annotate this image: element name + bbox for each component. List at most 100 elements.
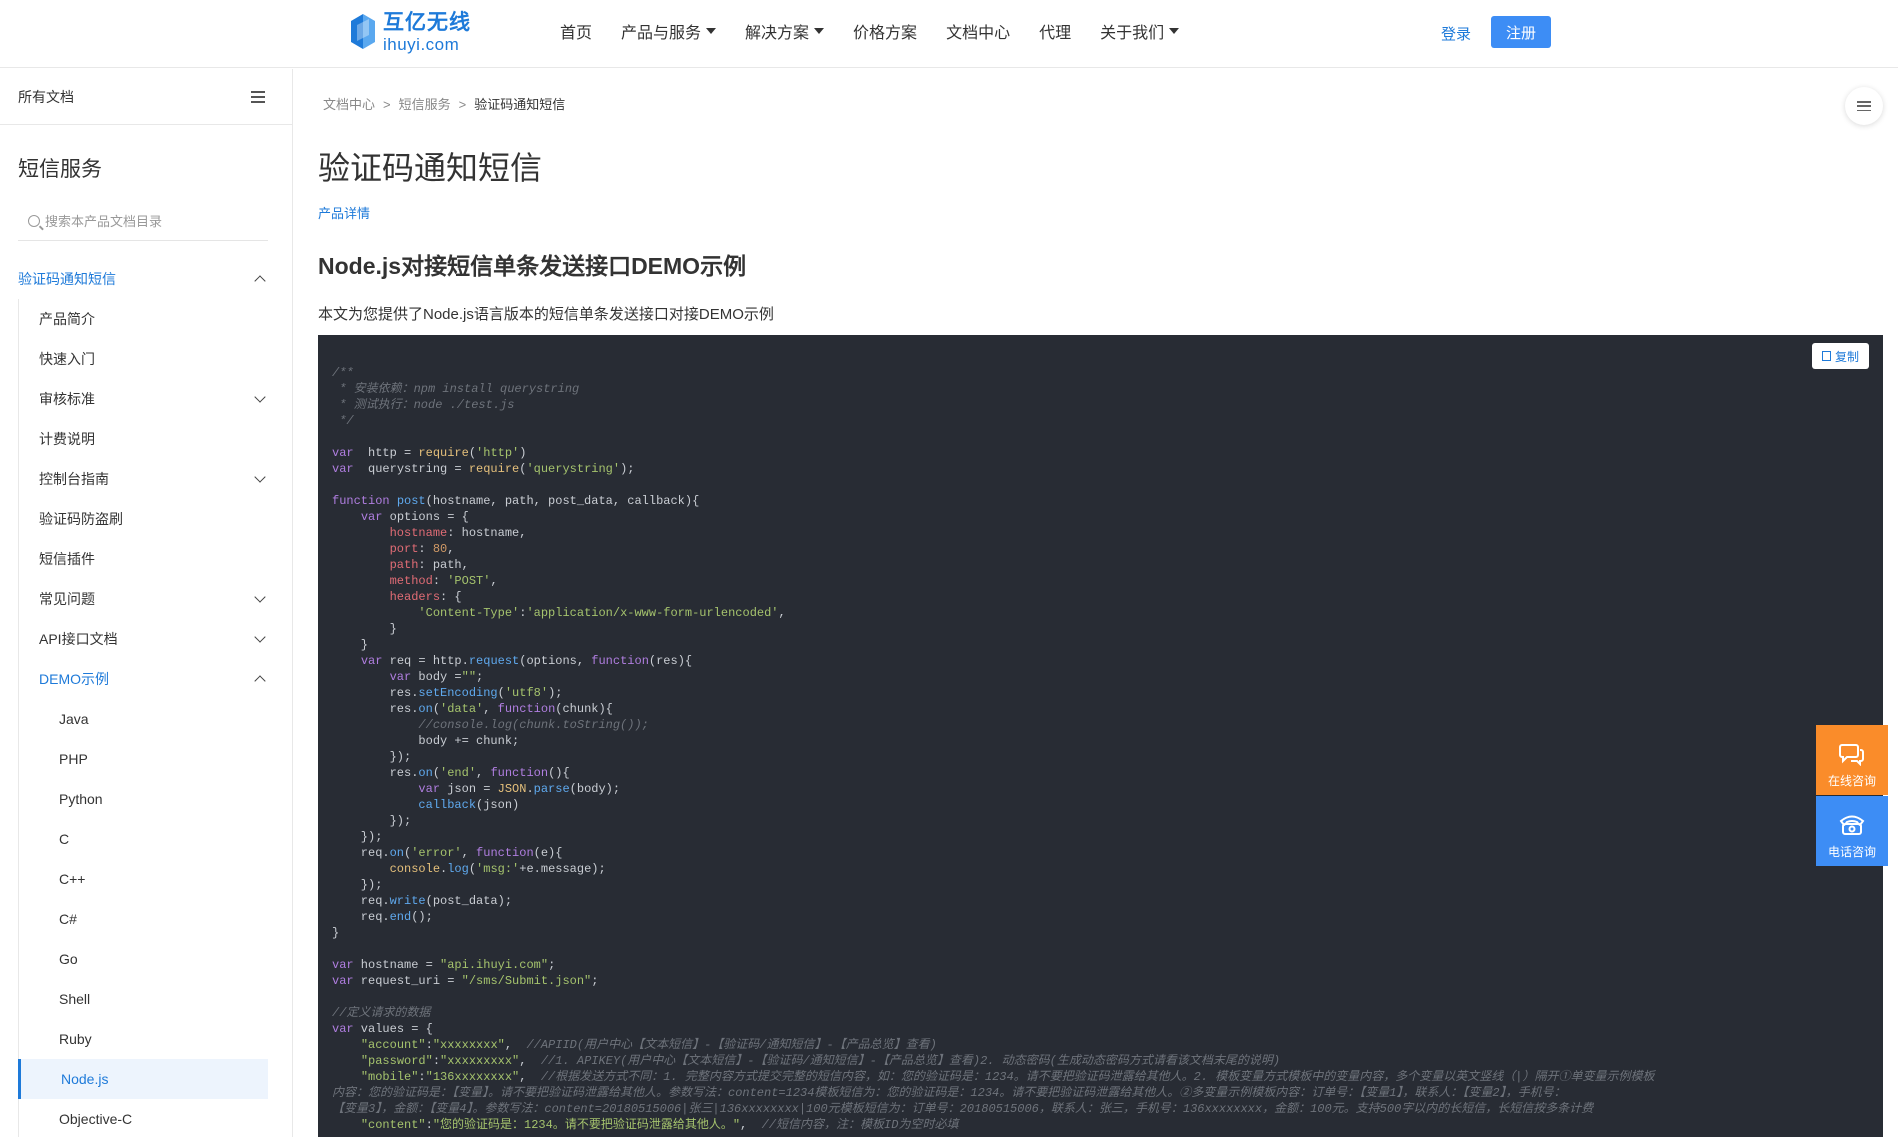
code-token: req. [332,846,390,860]
code-token: res. [332,766,419,780]
online-chat-button[interactable]: 在线咨询 [1816,725,1888,795]
code-token: , [490,574,498,588]
sidebar-item[interactable]: 审核标准 [18,379,292,419]
code-line: 'Content-Type':'application/x-www-form-u… [332,605,1654,621]
code-token: ); [620,462,635,476]
code-line: } [332,925,1654,941]
nav-item[interactable]: 解决方案 [745,19,825,43]
sidebar-item[interactable]: PHP [18,739,268,779]
code-line: var http = require('http') [332,445,1654,461]
login-link[interactable]: 登录 [1441,23,1471,44]
code-token: }); [332,830,383,844]
code-token: headers [389,590,441,604]
sidebar-item-label: Shell [59,991,91,1007]
brand-logo[interactable]: 互亿无线 ihuyi.com [349,9,471,55]
code-block[interactable]: 复制 /** * 安装依赖：npm install querystring * … [318,335,1883,1137]
caret-down-icon [1169,28,1180,34]
sidebar-item-label: PHP [59,751,88,767]
all-docs-header[interactable]: 所有文档 [0,69,292,125]
breadcrumb: 文档中心 > 短信服务 > 验证码通知短信 [323,94,565,113]
code-token: 【变量3】，金额：【变量4】。参数写法：content=20180515006|… [332,1102,1594,1116]
sidebar-item[interactable]: API接口文档 [18,619,292,659]
nav-item[interactable]: 关于我们 [1100,19,1180,43]
chevron-down-icon[interactable] [254,591,266,603]
code-token: var [332,462,354,476]
code-line: res.on('data', function(chunk){ [332,701,1654,717]
nav-item-label: 首页 [560,25,593,42]
sidebar-item-label: Java [59,711,89,727]
nav-item[interactable]: 代理 [1039,19,1071,43]
code-token: ; [591,974,599,988]
chevron-down-icon[interactable] [254,471,266,483]
logo-chinese-text: 互亿无线 [383,10,471,34]
sidebar-item[interactable]: 常见问题 [18,579,292,619]
sidebar-item[interactable]: DEMO示例 [18,659,292,699]
sidebar-item[interactable]: 验证码通知短信 [0,259,292,299]
code-token: function [332,494,390,508]
list-menu-icon[interactable] [251,90,265,103]
sidebar-item[interactable]: Objective-C [18,1099,268,1137]
sidebar-item-label: 快速入门 [39,351,95,367]
code-token: //短信内容，注：模板ID为空时必填 [761,1118,959,1132]
nav-item[interactable]: 首页 [560,19,592,43]
sidebar-search-input[interactable]: 搜索本产品文档目录 [18,201,268,241]
code-token: end [389,910,412,924]
code-token: , [778,606,786,620]
top-navbar: 互亿无线 ihuyi.com 首页 产品与服务 解决方案 价格方案 文档中心 代理 关于我们… [0,0,1898,68]
code-token: 'utf8' [504,686,549,700]
sidebar-item[interactable]: Shell [18,979,268,1019]
chevron-down-icon[interactable] [254,631,266,643]
code-line: port: 80, [332,541,1654,557]
code-token: on [418,702,433,716]
chevron-down-icon[interactable] [254,391,266,403]
copy-button[interactable]: 复制 [1811,343,1869,369]
breadcrumb-item[interactable]: 短信服务 [399,97,451,112]
code-token: var [389,670,412,684]
product-detail-link[interactable]: 产品详情 [318,203,370,222]
code-token: //根据发送方式不同：1. 完整内容方式提交完整的短信内容，如：您的验证码是：1… [540,1070,1655,1084]
sidebar-item[interactable]: Python [18,779,268,819]
chevron-up-icon[interactable] [254,275,266,287]
sidebar-item-label: Python [59,791,103,807]
sidebar-item[interactable]: 短信插件 [18,539,292,579]
code-line: callback(json) [332,797,1654,813]
code-token: 'Content-Type' [418,606,520,620]
nav-item[interactable]: 文档中心 [946,19,1010,43]
code-token: values = { [353,1022,433,1036]
code-token: JSON [497,782,527,796]
code-token: request_uri = [353,974,462,988]
chevron-up-icon[interactable] [254,675,266,687]
code-line: console.log('msg:'+e.message); [332,861,1654,877]
sidebar-item[interactable]: 验证码防盗刷 [18,499,292,539]
main-nav: 首页 产品与服务 解决方案 价格方案 文档中心 代理 关于我们 [560,0,1208,62]
nav-item[interactable]: 价格方案 [853,19,917,43]
sidebar-item[interactable]: 计费说明 [18,419,292,459]
phone-consult-button[interactable]: 电话咨询 [1816,796,1888,866]
code-token: log [447,862,469,876]
code-token: 'querystring' [526,462,621,476]
sidebar-item[interactable]: C [18,819,268,859]
code-token: (){ [548,766,570,780]
code-line: } [332,621,1654,637]
breadcrumb-item[interactable]: 文档中心 [323,97,375,112]
sidebar-item[interactable]: C++ [18,859,268,899]
sidebar-item[interactable]: Go [18,939,268,979]
toc-toggle-button[interactable] [1845,87,1883,125]
code-line: req.on('error', function(e){ [332,845,1654,861]
sidebar-item[interactable]: Ruby [18,1019,268,1059]
sidebar-item[interactable]: Java [18,699,268,739]
code-token: var [418,782,441,796]
code-line: 【变量3】，金额：【变量4】。参数写法：content=20180515006|… [332,1101,1654,1117]
register-button[interactable]: 注册 [1491,16,1551,48]
nav-item[interactable]: 产品与服务 [621,19,717,43]
sidebar-item[interactable]: C# [18,899,268,939]
all-docs-label: 所有文档 [18,88,74,105]
sidebar-item[interactable]: 控制台指南 [18,459,292,499]
code-token: 'data' [440,702,484,716]
sidebar-item[interactable]: Node.js [18,1059,268,1099]
sidebar-item[interactable]: 产品简介 [18,299,292,339]
sidebar-item[interactable]: 快速入门 [18,339,292,379]
